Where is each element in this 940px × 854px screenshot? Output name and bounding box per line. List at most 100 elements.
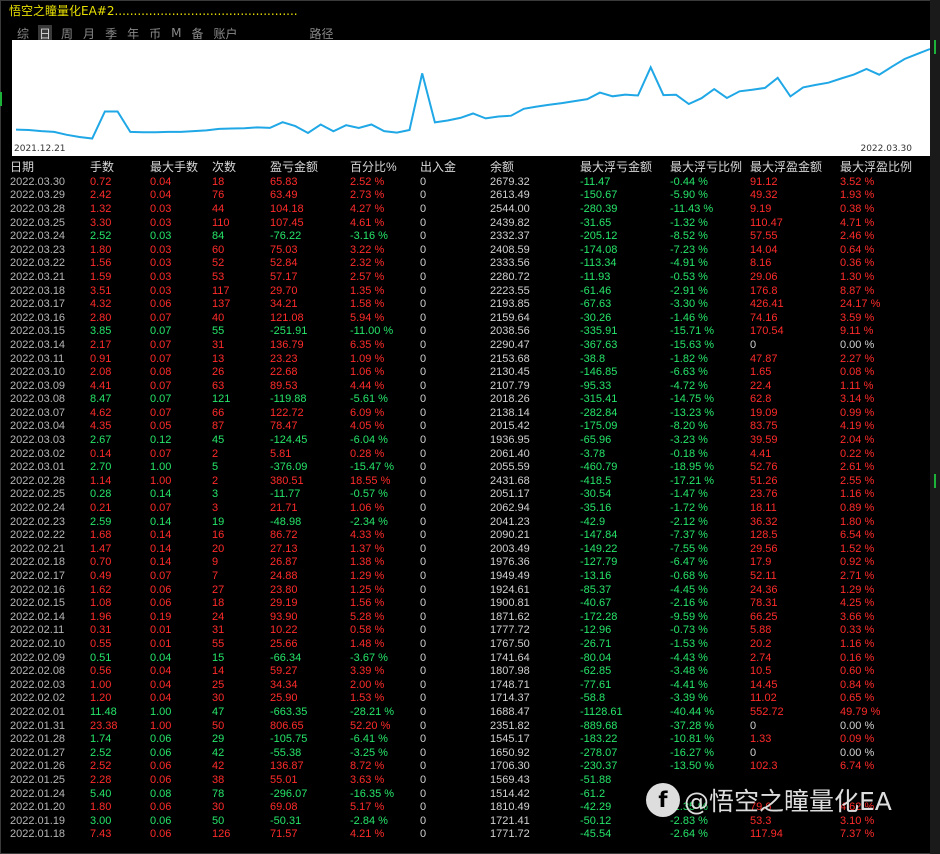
table-row[interactable]: 2022.03.21 1.59 0.03 53 57.17 2.57 % 0 2280.72 -…	[0, 270, 930, 284]
column-header[interactable]: 最大手数	[150, 158, 212, 175]
table-row[interactable]: 2022.02.02 1.20 0.04 30 25.90 1.53 % 0 1714.37 -…	[0, 692, 930, 706]
table-cell: 1545.17	[490, 733, 530, 746]
column-header[interactable]: 手数	[90, 158, 150, 175]
tab-1[interactable]: 日	[38, 24, 53, 42]
tab-4[interactable]: 季	[104, 25, 118, 42]
table-row[interactable]: 2022.02.03 1.00 0.04 25 34.34 2.00 % 0 1748.71 -…	[0, 678, 930, 692]
tab-6[interactable]: 币	[148, 25, 162, 42]
table-cell: 2051.17	[490, 488, 530, 501]
table-row[interactable]: 2022.02.08 0.56 0.04 14 59.27 3.39 % 0 1807.98 -…	[0, 664, 930, 678]
tab-8[interactable]: 备	[190, 25, 204, 42]
table-row[interactable]: 2022.02.22 1.68 0.14 16 86.72 4.33 % 0 2090.21 -…	[0, 528, 930, 542]
column-header[interactable]: 余额	[490, 158, 580, 175]
table-row[interactable]: 2022.02.25 0.28 0.14 3 -11.77 -0.57 % 0 2051.17…	[0, 488, 930, 502]
table-cell: 11.02	[750, 692, 777, 705]
table-row[interactable]: 2022.03.28 1.32 0.03 44 104.18 4.27 % 0 2544.00…	[0, 202, 930, 216]
table-row[interactable]: 2022.02.23 2.59 0.14 19 -48.98 -2.34 % 0 2041.2…	[0, 515, 930, 529]
table-row[interactable]: 2022.03.22 1.56 0.03 52 52.84 2.32 % 0 2333.56 -…	[0, 257, 930, 271]
column-header[interactable]: 最大浮盈比例	[840, 158, 930, 175]
table-row[interactable]: 2022.03.01 2.70 1.00 5 -376.09 -15.47 % 0 2055.…	[0, 460, 930, 474]
table-row[interactable]: 2022.03.11 0.91 0.07 13 23.23 1.09 % 0 2153.68 -…	[0, 352, 930, 366]
table-cell: 1767.50	[490, 637, 530, 650]
column-header[interactable]: 最大浮亏比例	[670, 158, 750, 175]
table-cell: 2.59	[90, 515, 112, 528]
table-cell: 1.80	[90, 801, 112, 814]
table-cell: -58.8	[580, 692, 606, 705]
table-row[interactable]: 2022.02.14 1.96 0.19 24 93.90 5.28 % 0 1871.62 -…	[0, 610, 930, 624]
table-row[interactable]: 2022.03.09 4.41 0.07 63 89.53 4.44 % 0 2107.79 -…	[0, 379, 930, 393]
table-row[interactable]: 2022.03.14 2.17 0.07 31 136.79 6.35 % 0 2290.47…	[0, 338, 930, 352]
tab-0[interactable]: 综	[16, 25, 30, 42]
table-row[interactable]: 2022.02.01 11.48 1.00 47 -663.35 -28.21 % 0 168…	[0, 705, 930, 719]
path-tab[interactable]: 路径	[309, 25, 335, 42]
column-header[interactable]: 最大浮亏金额	[580, 158, 670, 175]
table-row[interactable]: 2022.02.24 0.21 0.07 3 21.71 1.06 % 0 2062.94 -3…	[0, 501, 930, 515]
table-row[interactable]: 2022.02.11 0.31 0.01 31 10.22 0.58 % 0 1777.72 -…	[0, 624, 930, 638]
table-row[interactable]: 2022.01.18 7.43 0.06 126 71.57 4.21 % 0 1771.72…	[0, 828, 930, 842]
table-row[interactable]: 2022.02.21 1.47 0.14 20 27.13 1.37 % 0 2003.49 -…	[0, 542, 930, 556]
table-row[interactable]: 2022.01.31 23.38 1.00 50 806.65 52.20 % 0 2351.…	[0, 719, 930, 733]
table-row[interactable]: 2022.03.30 0.72 0.04 18 65.83 2.52 % 0 2679.32 -…	[0, 175, 930, 189]
tab-9[interactable]: 账户	[212, 25, 238, 42]
table-cell: 2022.03.02	[10, 447, 66, 460]
table-row[interactable]: 2022.01.27 2.52 0.06 42 -55.38 -3.25 % 0 1650.9…	[0, 746, 930, 760]
table-cell: 1.06 %	[350, 502, 385, 515]
table-cell: 1.52 %	[840, 542, 875, 555]
table-row[interactable]: 2022.02.17 0.49 0.07 7 24.88 1.29 % 0 1949.49 -1…	[0, 569, 930, 583]
table-cell: 2.55 %	[840, 474, 875, 487]
table-row[interactable]: 2022.02.18 0.70 0.14 9 26.87 1.38 % 0 1976.36 -1…	[0, 556, 930, 570]
table-cell: 2.32 %	[350, 257, 385, 270]
table-row[interactable]: 2022.03.25 3.30 0.03 110 107.45 4.61 % 0 2439.8…	[0, 216, 930, 230]
table-row[interactable]: 2022.01.28 1.74 0.06 29 -105.75 -6.41 % 0 1545.…	[0, 732, 930, 746]
table-row[interactable]: 2022.03.02 0.14 0.07 2 5.81 0.28 % 0 2061.40 -3.…	[0, 447, 930, 461]
table-cell: 34.34	[270, 678, 298, 691]
table-cell: 0.07	[150, 406, 172, 419]
table-cell: 2.67	[90, 434, 112, 447]
table-row[interactable]: 2022.03.08 8.47 0.07 121 -119.88 -5.61 % 0 2018…	[0, 393, 930, 407]
table-row[interactable]: 2022.03.04 4.35 0.05 87 78.47 4.05 % 0 2015.42 -…	[0, 420, 930, 434]
table-cell: 31	[212, 338, 225, 351]
tab-2[interactable]: 周	[60, 25, 74, 42]
table-cell: 2613.49	[490, 189, 530, 202]
scrollbar[interactable]	[930, 0, 940, 854]
column-header[interactable]: 百分比%	[350, 158, 420, 175]
column-header[interactable]: 最大浮盈金额	[750, 158, 840, 175]
table-row[interactable]: 2022.03.29 2.42 0.04 76 63.49 2.73 % 0 2613.49 -…	[0, 189, 930, 203]
tab-3[interactable]: 月	[82, 25, 96, 42]
table-cell: -315.41	[580, 393, 618, 406]
table-row[interactable]: 2022.02.16 1.62 0.06 27 23.80 1.25 % 0 1924.61 -…	[0, 583, 930, 597]
table-cell: 0.14	[150, 515, 172, 528]
table-row[interactable]: 2022.02.10 0.55 0.01 55 25.66 1.48 % 0 1767.50 -…	[0, 637, 930, 651]
column-header[interactable]: 次数	[212, 158, 270, 175]
table-cell: 49.32	[750, 189, 778, 202]
column-header[interactable]: 出入金	[420, 158, 490, 175]
table-cell: 1.96	[90, 610, 112, 623]
table-cell: 2022.01.27	[10, 746, 66, 759]
table-cell: -113.34	[580, 257, 617, 270]
table-row[interactable]: 2022.03.03 2.67 0.12 45 -124.45 -6.04 % 0 1936.…	[0, 433, 930, 447]
table-cell: -1.53 %	[670, 637, 708, 650]
table-row[interactable]: 2022.03.16 2.80 0.07 40 121.08 5.94 % 0 2159.64…	[0, 311, 930, 325]
tab-7[interactable]: M	[170, 26, 182, 40]
table-row[interactable]: 2022.03.23 1.80 0.03 60 75.03 3.22 % 0 2408.59 -…	[0, 243, 930, 257]
table-row[interactable]: 2022.03.15 3.85 0.07 55 -251.91 -11.00 % 0 2038…	[0, 325, 930, 339]
table-cell: -6.63 %	[670, 366, 708, 379]
table-cell: 4.44 %	[350, 379, 385, 392]
table-cell: 0	[420, 624, 427, 637]
tab-5[interactable]: 年	[126, 25, 140, 42]
table-cell: 9.11 %	[840, 325, 874, 338]
table-row[interactable]: 2022.02.15 1.08 0.06 18 29.19 1.56 % 0 1900.81 -…	[0, 596, 930, 610]
table-row[interactable]: 2022.03.18 3.51 0.03 117 29.70 1.35 % 0 2223.55…	[0, 284, 930, 298]
table-row[interactable]: 2022.02.28 1.14 1.00 2 380.51 18.55 % 0 2431.68…	[0, 474, 930, 488]
table-cell: 0.03	[150, 230, 172, 243]
table-row[interactable]: 2022.03.07 4.62 0.07 66 122.72 6.09 % 0 2138.14…	[0, 406, 930, 420]
table-row[interactable]: 2022.03.24 2.52 0.03 84 -76.22 -3.16 % 0 2332.3…	[0, 229, 930, 243]
column-header[interactable]: 日期	[0, 158, 90, 175]
table-row[interactable]: 2022.02.09 0.51 0.04 15 -66.34 -3.67 % 0 1741.6…	[0, 651, 930, 665]
table-row[interactable]: 2022.01.26 2.52 0.06 42 136.87 8.72 % 0 1706.30…	[0, 760, 930, 774]
table-cell: 3.14 %	[840, 393, 875, 406]
table-row[interactable]: 2022.03.10 2.08 0.08 26 22.68 1.06 % 0 2130.45 -…	[0, 365, 930, 379]
column-header[interactable]: 盈亏金额	[270, 158, 350, 175]
table-cell: 2.00 %	[350, 678, 385, 691]
table-row[interactable]: 2022.03.17 4.32 0.06 137 34.21 1.58 % 0 2193.85…	[0, 297, 930, 311]
